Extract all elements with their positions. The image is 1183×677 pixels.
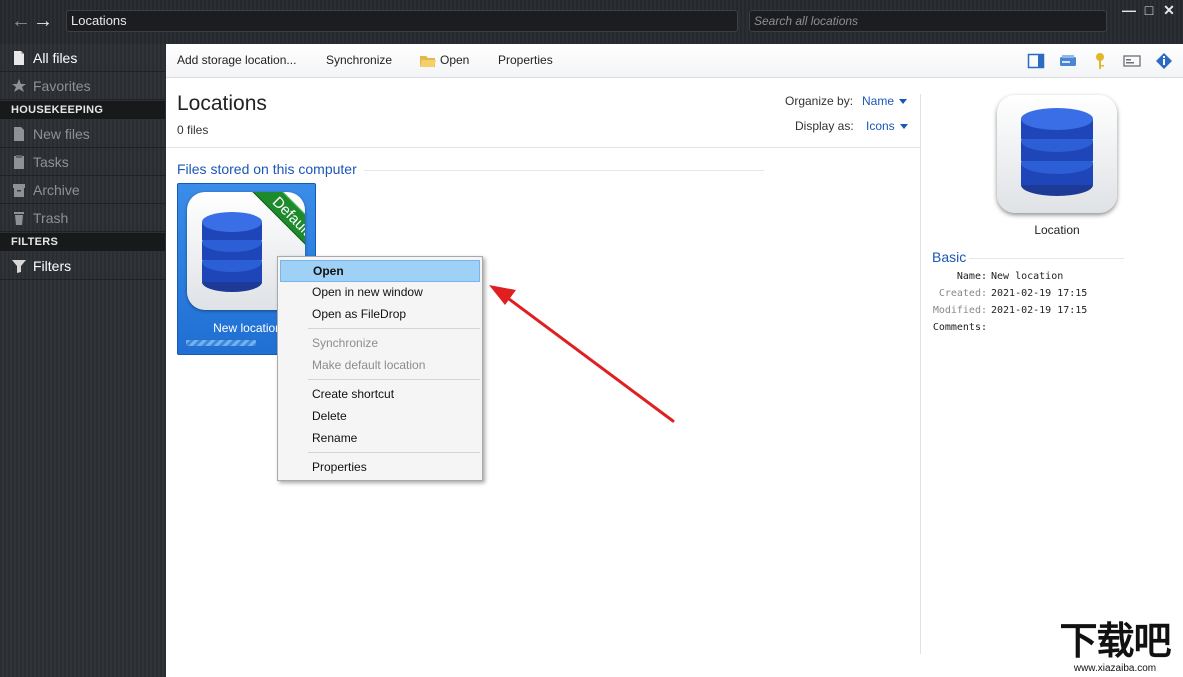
close-button[interactable]: ✕ [1160, 2, 1178, 18]
details-section-title: Basic [932, 249, 967, 265]
drive-icon[interactable] [1059, 52, 1077, 70]
sidebar-item-archive[interactable]: Archive [0, 176, 165, 204]
display-as-label: Display as: [795, 119, 854, 133]
menu-separator [308, 452, 480, 453]
synchronize-button[interactable]: Synchronize [326, 53, 392, 67]
menu-item-rename[interactable]: Rename [280, 427, 480, 449]
organize-by-dropdown[interactable]: Name [862, 94, 908, 108]
id-card-icon[interactable] [1123, 52, 1141, 70]
content-divider [166, 147, 921, 148]
funnel-icon [12, 259, 26, 273]
chevron-down-icon [899, 99, 908, 105]
forward-arrow-icon[interactable]: → [32, 10, 54, 32]
property-key: Comments: [932, 322, 987, 333]
menu-item-create-shortcut[interactable]: Create shortcut [280, 383, 480, 405]
property-value: 2021-02-19 17:15 [991, 288, 1088, 299]
menu-separator [308, 379, 480, 380]
group-title: Files stored on this computer [177, 161, 357, 177]
menu-item-make-default-location: Make default location [312, 358, 426, 372]
sidebar-item-filters[interactable]: Filters [0, 252, 165, 280]
back-arrow-icon[interactable]: ← [10, 10, 32, 32]
location-large-icon [997, 95, 1117, 213]
open-button[interactable]: Open [440, 53, 469, 67]
menu-item-open-in-new-window[interactable]: Open in new window [280, 281, 480, 303]
capacity-bar [185, 339, 257, 347]
property-value: 2021-02-19 17:15 [991, 305, 1088, 316]
sidebar: All files Favorites HOUSEKEEPING New fil… [0, 44, 165, 677]
property-key: Created: [938, 288, 987, 299]
star-icon [12, 78, 26, 92]
organize-by-label: Organize by: [785, 94, 854, 108]
new-file-icon [14, 126, 24, 141]
display-as-value: Icons [866, 119, 895, 133]
file-count: 0 files [177, 123, 209, 137]
property-key: Modified: [932, 305, 987, 316]
details-icon-label: Location [1034, 223, 1080, 237]
organize-by-value: Name [862, 94, 895, 108]
property-value: New location [991, 271, 1064, 282]
chevron-down-icon [899, 124, 908, 130]
property-row-created: Created: 2021-02-19 17:15 [932, 288, 1088, 299]
sidebar-item-label: Favorites [33, 77, 91, 94]
property-row-modified: Modified: 2021-02-19 17:15 [932, 305, 1088, 316]
info-icon[interactable] [1155, 52, 1173, 70]
property-key: Name: [956, 271, 987, 282]
context-menu: Open Open in new window Open as FileDrop… [277, 256, 483, 481]
menu-item-open[interactable]: Open [280, 260, 480, 282]
maximize-button[interactable]: □ [1140, 2, 1158, 18]
database-stack-icon [1021, 108, 1093, 196]
property-row-name: Name: New location [932, 271, 1063, 282]
minimize-button[interactable]: — [1120, 2, 1138, 18]
watermark-title: 下载吧 [1059, 619, 1171, 663]
toolbar: Add storage location... Synchronize Open… [166, 44, 1183, 78]
display-as-dropdown[interactable]: Icons [866, 119, 908, 133]
panel-toggle-icon[interactable] [1027, 52, 1045, 70]
open-folder-icon[interactable] [419, 52, 437, 70]
sidebar-item-trash[interactable]: Trash [0, 204, 165, 232]
search-input[interactable]: Search all locations [749, 10, 1107, 32]
document-icon [14, 50, 24, 65]
sidebar-item-label: Trash [33, 209, 69, 226]
clipboard-icon [14, 154, 24, 169]
add-storage-location-button[interactable]: Add storage location... [177, 53, 296, 67]
property-row-comments: Comments: [932, 322, 991, 333]
menu-item-open-as-filedrop[interactable]: Open as FileDrop [280, 303, 480, 325]
sidebar-item-new-files[interactable]: New files [0, 120, 165, 148]
menu-item-synchronize: Synchronize [312, 336, 379, 350]
section-header-housekeeping: HOUSEKEEPING [0, 101, 165, 119]
properties-button[interactable]: Properties [498, 53, 553, 67]
sidebar-item-label: Tasks [33, 153, 69, 170]
sidebar-item-all-files[interactable]: All files [0, 44, 165, 72]
sidebar-item-label: Archive [33, 181, 80, 198]
archive-icon [13, 183, 25, 197]
key-icon[interactable] [1091, 52, 1109, 70]
details-section-divider [969, 258, 1124, 259]
page-title: Locations [177, 92, 267, 115]
menu-item-properties[interactable]: Properties [280, 456, 480, 478]
title-bar: ← → Locations Search all locations — □ ✕ [0, 0, 1183, 44]
watermark-logo: 下载吧 www.xiazaiba.com [1047, 619, 1183, 677]
menu-separator [308, 328, 480, 329]
sidebar-item-label: New files [33, 125, 90, 142]
menu-item-delete[interactable]: Delete [280, 405, 480, 427]
group-divider [364, 170, 764, 171]
details-divider [920, 94, 921, 654]
sidebar-item-label: All files [33, 49, 78, 66]
watermark-url: www.xiazaiba.com [1073, 663, 1157, 674]
sidebar-item-favorites[interactable]: Favorites [0, 72, 165, 100]
address-bar[interactable]: Locations [66, 10, 738, 32]
trash-icon [14, 211, 24, 225]
sidebar-item-tasks[interactable]: Tasks [0, 148, 165, 176]
sidebar-item-label: Filters [33, 257, 72, 274]
section-header-filters: FILTERS [0, 233, 165, 251]
